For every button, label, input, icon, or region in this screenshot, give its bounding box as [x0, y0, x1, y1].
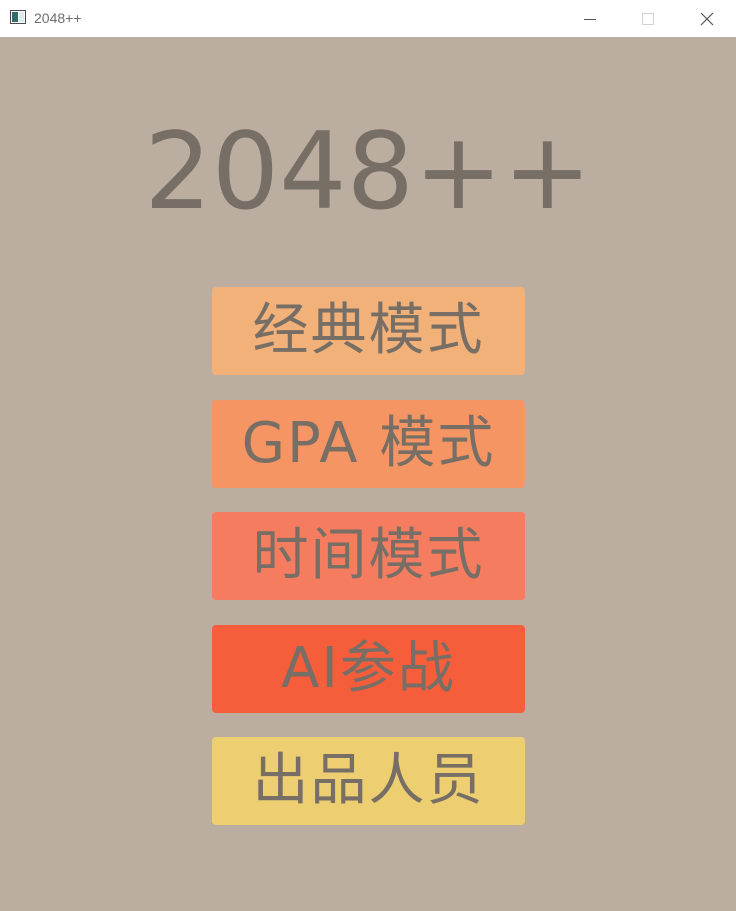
credits-button[interactable]: 出品人员	[212, 737, 525, 825]
ai-battle-button[interactable]: AI参战	[212, 625, 525, 713]
classic-mode-button[interactable]: 经典模式	[212, 287, 525, 375]
maximize-button[interactable]	[619, 0, 677, 37]
window-titlebar[interactable]: 2048++	[0, 0, 736, 37]
maximize-icon	[642, 12, 654, 25]
close-icon	[700, 12, 714, 25]
game-title: 2048++	[144, 110, 592, 233]
time-mode-button[interactable]: 时间模式	[212, 512, 525, 600]
window-title: 2048++	[34, 10, 82, 26]
gpa-mode-button[interactable]: GPA 模式	[212, 400, 525, 488]
close-button[interactable]	[678, 0, 736, 37]
minimize-icon	[584, 18, 596, 20]
minimize-button[interactable]	[561, 0, 619, 37]
app-window-icon	[10, 10, 26, 24]
